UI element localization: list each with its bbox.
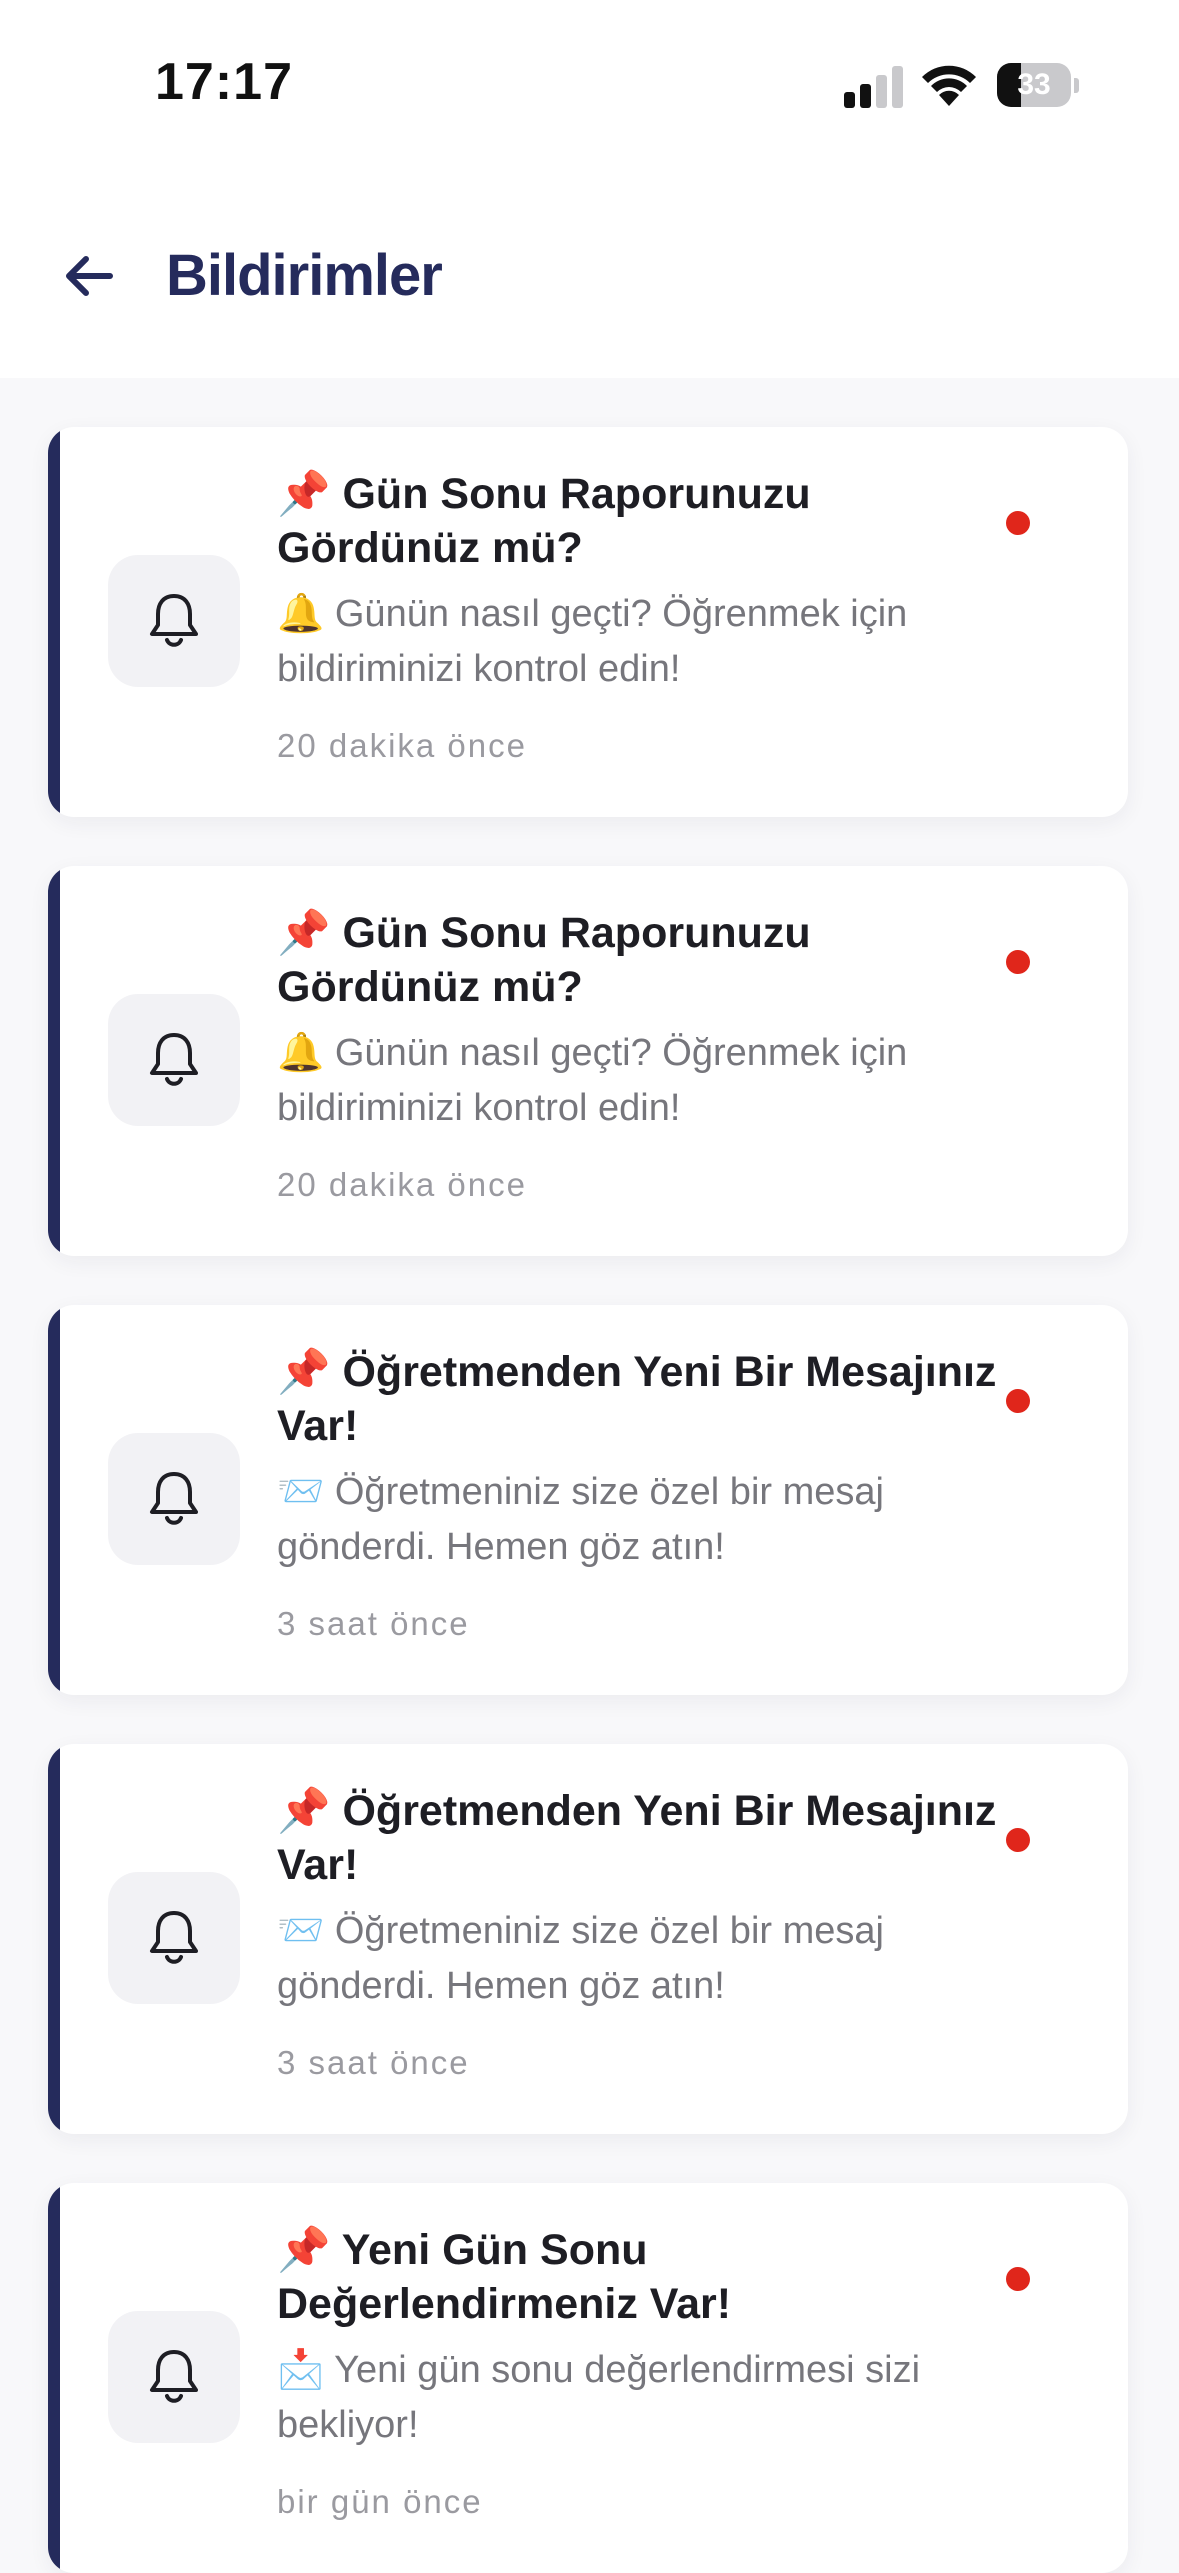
battery-level: 33 (1017, 68, 1051, 101)
notification-body: 📩 Yeni gün sonu değerlendirmesi sizi bek… (277, 2349, 921, 2446)
notification-icon-box (108, 1872, 240, 2004)
card-accent-bar (48, 866, 60, 1256)
unread-indicator (1006, 1389, 1030, 1413)
bell-icon (150, 594, 198, 647)
notification-card[interactable]: 📌 Öğretmenden Yeni Bir Mesajınız Var! 📨 … (48, 1305, 1128, 1695)
unread-indicator (1006, 950, 1030, 974)
notification-body: 🔔 Günün nasıl geçti? Öğrenmek için bildi… (277, 593, 908, 690)
top-area: 17:17 33 Bildirimler (0, 0, 1179, 378)
notification-icon-box (108, 994, 240, 1126)
notification-title: 📌 Gün Sonu Raporunuzu Gördünüz mü? (277, 470, 811, 572)
header: Bildirimler (0, 220, 1179, 340)
wifi-icon (919, 62, 979, 108)
battery-icon: 33 (997, 63, 1079, 108)
notification-time: 20 dakika önce (277, 1166, 527, 1203)
notification-title: 📌 Yeni Gün Sonu Değerlendirmeniz Var! (277, 2226, 732, 2328)
card-accent-bar (48, 427, 60, 817)
notification-body: 🔔 Günün nasıl geçti? Öğrenmek için bildi… (277, 1032, 908, 1129)
notification-time: 3 saat önce (277, 2044, 470, 2081)
notification-card[interactable]: 📌 Öğretmenden Yeni Bir Mesajınız Var! 📨 … (48, 1744, 1128, 2134)
page-title: Bildirimler (166, 243, 443, 308)
notification-card[interactable]: 📌 Yeni Gün Sonu Değerlendirmeniz Var! 📩 … (48, 2183, 1128, 2573)
notification-time: bir gün önce (277, 2483, 483, 2520)
notification-title: 📌 Öğretmenden Yeni Bir Mesajınız Var! (277, 1348, 997, 1450)
notification-card[interactable]: 📌 Gün Sonu Raporunuzu Gördünüz mü? 🔔 Gün… (48, 427, 1128, 817)
bell-icon (150, 1033, 198, 1086)
back-button[interactable] (58, 244, 122, 308)
unread-indicator (1006, 511, 1030, 535)
bell-icon (150, 2350, 198, 2403)
bell-icon (150, 1911, 198, 1964)
arrow-left-icon (66, 256, 113, 296)
notification-time: 3 saat önce (277, 1605, 470, 1642)
status-time: 17:17 (155, 53, 293, 111)
card-accent-bar (48, 2183, 60, 2573)
bell-icon (150, 1472, 198, 1525)
notification-icon-box (108, 2311, 240, 2443)
cellular-signal-icon (844, 62, 904, 108)
notification-title: 📌 Öğretmenden Yeni Bir Mesajınız Var! (277, 1787, 997, 1889)
notification-title: 📌 Gün Sonu Raporunuzu Gördünüz mü? (277, 909, 811, 1011)
unread-indicator (1006, 2267, 1030, 2291)
notification-icon-box (108, 555, 240, 687)
unread-indicator (1006, 1828, 1030, 1852)
card-accent-bar (48, 1305, 60, 1695)
card-accent-bar (48, 1744, 60, 2134)
status-bar: 17:17 33 (0, 0, 1179, 160)
notification-body: 📨 Öğretmeniniz size özel bir mesaj gönde… (277, 1471, 884, 1568)
notification-body: 📨 Öğretmeniniz size özel bir mesaj gönde… (277, 1910, 884, 2007)
notification-card[interactable]: 📌 Gün Sonu Raporunuzu Gördünüz mü? 🔔 Gün… (48, 866, 1128, 1256)
notification-time: 20 dakika önce (277, 727, 527, 764)
notification-icon-box (108, 1433, 240, 1565)
